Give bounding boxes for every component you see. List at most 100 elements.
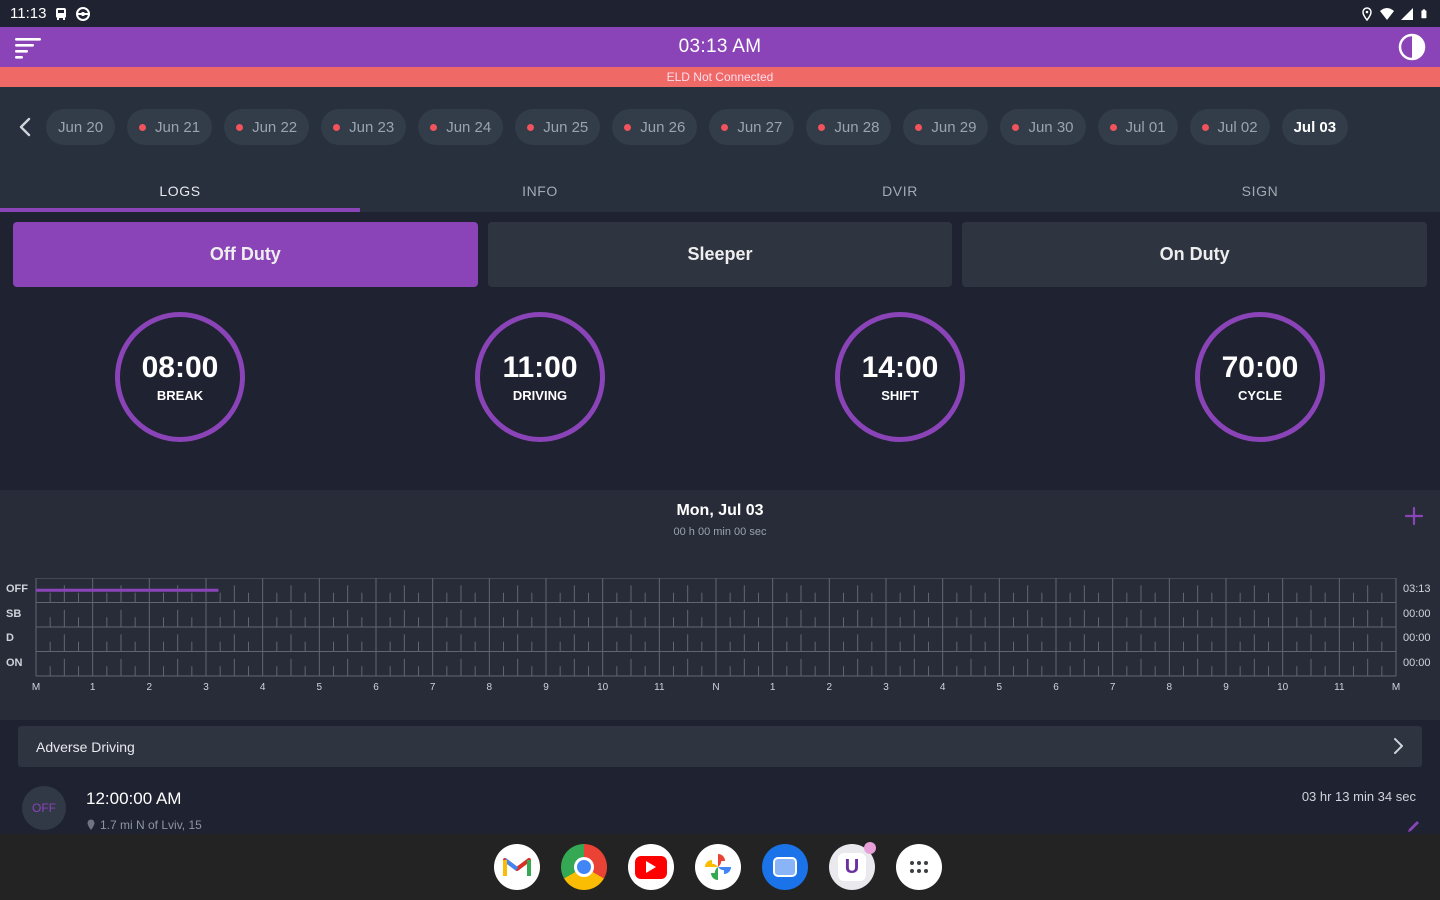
date-chip[interactable]: Jul 02	[1189, 109, 1270, 145]
grid-hour-label: 11	[654, 682, 665, 693]
clock-driving: 11:00 DRIVING	[475, 312, 605, 442]
grid-hour-label: N	[712, 682, 720, 693]
date-chip-label: Jun 25	[543, 118, 589, 136]
contrast-icon[interactable]	[1398, 33, 1426, 61]
date-chip-label: Jun 27	[737, 118, 783, 136]
violation-dot-icon	[915, 123, 923, 131]
log-grid-svg	[35, 578, 1397, 677]
date-chip[interactable]: Jun 20	[46, 109, 116, 145]
grid-hour-label: 10	[597, 682, 609, 693]
grid-hour-label: 9	[543, 682, 549, 693]
grid-hour-label: 8	[1166, 682, 1173, 693]
grid-hour-label: 4	[939, 682, 946, 693]
grid-hour-label: M	[31, 682, 41, 693]
clock-value: 08:00	[141, 350, 219, 384]
tab-dvir[interactable]: DVIR	[720, 169, 1080, 212]
tab-sign[interactable]: SIGN	[1080, 169, 1440, 212]
event-time: 12:00:00 AM	[86, 789, 182, 808]
violation-dot-icon	[1109, 123, 1117, 131]
menu-icon[interactable]	[14, 34, 42, 60]
grid-hour-label: 10	[1277, 682, 1289, 693]
clock-label: CYCLE	[1237, 387, 1283, 403]
location-pin-icon	[87, 819, 95, 830]
date-chip-label: Jun 29	[931, 118, 977, 136]
grid-hour-label: 5	[316, 682, 323, 693]
chrome-icon[interactable]	[561, 844, 607, 890]
date-chip-label: Jul 03	[1293, 118, 1337, 136]
date-chip-label: Jul 02	[1217, 118, 1258, 136]
chevron-right-icon	[1394, 738, 1403, 754]
grid-hour-label: M	[1391, 682, 1401, 693]
gmail-icon[interactable]	[494, 844, 540, 890]
date-chip[interactable]: Jun 29	[903, 109, 989, 145]
date-chip[interactable]: Jun 23	[321, 109, 407, 145]
date-chip[interactable]: Jun 28	[806, 109, 892, 145]
edit-icon[interactable]	[1406, 820, 1422, 834]
violation-dot-icon	[333, 123, 341, 131]
date-chip-label: Jun 28	[834, 118, 880, 136]
adverse-driving-label: Adverse Driving	[36, 738, 135, 755]
grid-hour-label: 7	[429, 682, 436, 693]
grid-hour-label: 9	[1223, 682, 1229, 693]
wifi-icon	[1380, 7, 1394, 20]
grid-hour-label: 3	[883, 682, 889, 693]
grid-row-label: ON	[6, 656, 23, 669]
event-location-text: 1.7 mi N of Lviv, 15	[100, 818, 202, 832]
eld-app-icon[interactable]: U	[829, 842, 876, 890]
log-event-row[interactable]: OFF 12:00:00 AM 1.7 mi N of Lviv, 15 03 …	[0, 776, 1440, 834]
signal-icon	[1401, 7, 1413, 20]
battery-icon	[1421, 8, 1427, 18]
tab-logs[interactable]: LOGS	[0, 169, 360, 212]
date-chip-label: Jun 30	[1028, 118, 1074, 136]
date-chip[interactable]: Jun 26	[612, 109, 698, 145]
date-chip-label: Jun 22	[252, 118, 298, 136]
clock-value: 70:00	[1221, 350, 1299, 384]
date-chip[interactable]: Jul 03	[1281, 109, 1349, 145]
status-time: 11:13	[10, 5, 47, 22]
date-chip[interactable]: Jun 27	[709, 109, 795, 145]
date-chip-label: Jun 23	[349, 118, 395, 136]
messages-icon[interactable]	[762, 844, 808, 890]
violation-dot-icon	[1201, 123, 1209, 131]
eld-status-text: ELD Not Connected	[666, 70, 774, 84]
violation-dot-icon	[818, 123, 826, 131]
date-chip[interactable]: Jun 30	[1000, 109, 1086, 145]
date-selector: Jun 20 Jun 21 Jun 22 Jun 23 Jun 24 Jun 25 Jun …	[0, 87, 1440, 169]
grid-row-total: 00:00	[1403, 607, 1431, 620]
grid-hour-label: 6	[373, 682, 379, 693]
grid-hour-label: 3	[203, 682, 209, 693]
clock-label: BREAK	[156, 387, 204, 403]
grid-hour-label: 1	[769, 682, 776, 693]
grid-row-total: 00:00	[1403, 656, 1431, 669]
date-chip[interactable]: Jun 21	[127, 109, 213, 145]
off-duty-button[interactable]: Off Duty	[13, 222, 478, 287]
adverse-driving-row[interactable]: Adverse Driving	[18, 726, 1422, 767]
add-event-icon[interactable]	[1402, 504, 1426, 528]
date-chip-list: Jun 20 Jun 21 Jun 22 Jun 23 Jun 24 Jun 25 Jun …	[46, 109, 1349, 145]
on-duty-button[interactable]: On Duty	[962, 222, 1428, 287]
event-status-badge: OFF	[22, 786, 66, 830]
grid-row-total: 03:13	[1403, 583, 1431, 596]
date-chip[interactable]: Jul 01	[1097, 109, 1178, 145]
grid-hour-label: 2	[826, 682, 833, 693]
log-day: Mon, Jul 03	[676, 502, 764, 519]
violation-dot-icon	[624, 123, 632, 131]
date-chip[interactable]: Jun 24	[418, 109, 504, 145]
chevron-left-icon[interactable]	[14, 115, 38, 139]
current-time-title: 03:13 AM	[678, 36, 762, 57]
eld-status-banner: ELD Not Connected	[0, 67, 1440, 87]
date-chip[interactable]: Jun 22	[224, 109, 310, 145]
grid-hour-label: 8	[486, 682, 493, 693]
date-chip[interactable]: Jun 25	[515, 109, 601, 145]
youtube-icon[interactable]	[628, 844, 674, 890]
photos-icon[interactable]	[695, 844, 741, 890]
date-chip-label: Jul 01	[1125, 118, 1166, 136]
violation-dot-icon	[139, 123, 147, 131]
grid-hour-label: 5	[996, 682, 1003, 693]
violation-dot-icon	[1012, 123, 1020, 131]
tab-info[interactable]: INFO	[360, 169, 720, 212]
app-drawer-icon[interactable]	[896, 844, 942, 890]
grid-hour-label: 4	[259, 682, 266, 693]
clock-value: 14:00	[861, 350, 939, 384]
sleeper-button[interactable]: Sleeper	[487, 222, 953, 287]
